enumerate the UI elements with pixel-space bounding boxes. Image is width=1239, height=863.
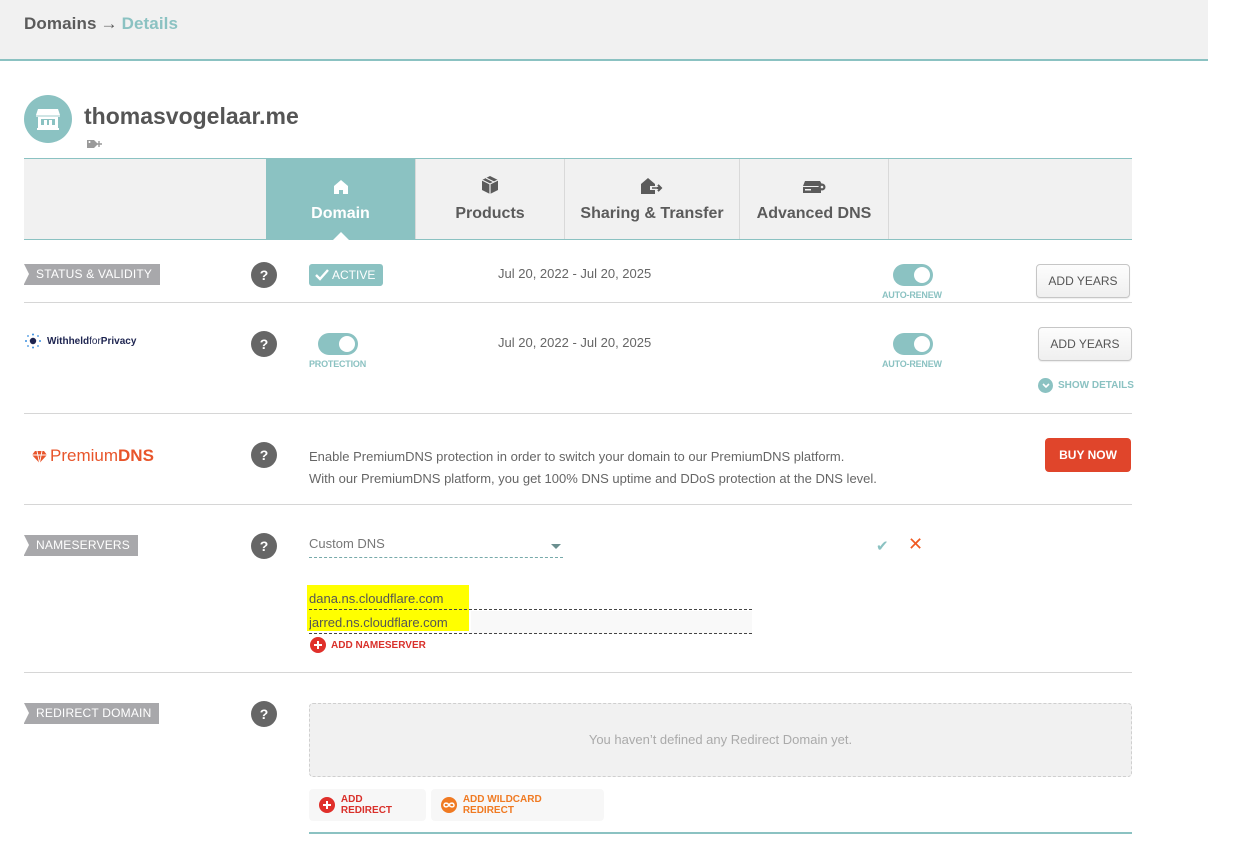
show-details-text: SHOW DETAILS bbox=[1058, 380, 1134, 391]
tab-bar: Domain Products Sharing & Transfer Advan… bbox=[24, 158, 1132, 240]
section-divider bbox=[24, 504, 1132, 505]
nameservers-label: NAMESERVERS bbox=[24, 535, 139, 556]
premiumdns-line-1: Enable PremiumDNS protection in order to… bbox=[309, 449, 845, 464]
infinity-icon bbox=[441, 797, 457, 813]
plus-circle-icon bbox=[319, 797, 335, 813]
premiumdns-line-2: With our PremiumDNS platform, you get 10… bbox=[309, 471, 877, 486]
add-years-button[interactable]: ADD YEARS bbox=[1036, 264, 1130, 298]
buy-now-button[interactable]: BUY NOW bbox=[1045, 438, 1131, 472]
domain-avatar bbox=[24, 95, 72, 143]
box-icon bbox=[480, 175, 500, 195]
tab-label: Products bbox=[455, 205, 525, 222]
home-icon bbox=[333, 175, 349, 195]
breadcrumb-separator: → bbox=[100, 14, 118, 33]
nameserver-input-1[interactable] bbox=[309, 587, 752, 610]
help-icon[interactable]: ? bbox=[251, 262, 277, 288]
add-nameserver-button[interactable]: ADD NAMESERVER bbox=[310, 637, 426, 653]
auto-renew-caption: AUTO-RENEW bbox=[882, 359, 942, 369]
dropdown-caret-icon bbox=[551, 544, 561, 549]
add-tag-icon[interactable] bbox=[86, 138, 104, 150]
premium-logo-bold: DNS bbox=[118, 446, 154, 465]
tab-label: Advanced DNS bbox=[756, 205, 872, 222]
help-icon[interactable]: ? bbox=[251, 331, 277, 357]
tab-products[interactable]: Products bbox=[415, 159, 564, 239]
diamond-icon bbox=[32, 450, 47, 463]
privacy-protection-toggle[interactable] bbox=[318, 333, 358, 355]
add-wildcard-text: ADD WILDCARD REDIRECT bbox=[462, 794, 542, 816]
top-header-bar: Domains → Details bbox=[0, 0, 1208, 61]
add-nameserver-text: ADD NAMESERVER bbox=[331, 639, 426, 651]
status-badge-text: ACTIVE bbox=[332, 268, 376, 282]
tab-bar-end-divider bbox=[888, 159, 889, 239]
storefront-icon bbox=[36, 109, 60, 130]
nameserver-type-select[interactable]: Custom DNS bbox=[309, 536, 563, 558]
premiumdns-logo: PremiumDNS bbox=[32, 446, 154, 466]
breadcrumb-domains-link[interactable]: Domains bbox=[24, 14, 97, 33]
section-divider bbox=[24, 302, 1132, 303]
logo-text-for: for bbox=[89, 335, 101, 347]
section-divider bbox=[24, 672, 1132, 673]
breadcrumb-current: Details bbox=[121, 14, 179, 33]
toggle-knob bbox=[339, 336, 355, 352]
toggle-knob bbox=[914, 336, 930, 352]
help-icon[interactable]: ? bbox=[251, 442, 277, 468]
status-badge: ACTIVE bbox=[309, 264, 384, 286]
logo-text-withheld: Withheld bbox=[47, 335, 90, 347]
tab-advanced-dns[interactable]: Advanced DNS bbox=[739, 159, 888, 239]
plus-circle-icon bbox=[310, 637, 326, 653]
redirect-empty-state: You haven’t defined any Redirect Domain … bbox=[309, 703, 1132, 777]
house-arrow-icon bbox=[640, 175, 664, 195]
toggle-knob bbox=[914, 267, 930, 283]
add-redirect-button[interactable]: ADD REDIRECT bbox=[309, 789, 426, 821]
show-details-link[interactable]: SHOW DETAILS bbox=[1038, 378, 1134, 393]
tab-sharing-transfer[interactable]: Sharing & Transfer bbox=[564, 159, 739, 239]
redirect-domain-label: REDIRECT DOMAIN bbox=[24, 703, 160, 724]
domain-name-title: thomasvogelaar.me bbox=[84, 103, 299, 129]
add-redirect-text: ADD REDIRECT bbox=[340, 794, 393, 816]
status-validity-label: STATUS & VALIDITY bbox=[24, 264, 161, 285]
nameserver-input-2[interactable] bbox=[309, 611, 752, 634]
confirm-check-icon[interactable]: ✔ bbox=[876, 537, 889, 555]
help-icon[interactable]: ? bbox=[251, 701, 277, 727]
cancel-x-icon[interactable]: ✕ bbox=[908, 534, 923, 555]
registration-dates: Jul 20, 2022 - Jul 20, 2025 bbox=[498, 266, 652, 281]
add-wildcard-redirect-button[interactable]: ADD WILDCARD REDIRECT bbox=[431, 789, 604, 821]
section-bottom-rule bbox=[309, 832, 1132, 834]
privacy-auto-renew-toggle[interactable] bbox=[893, 333, 933, 355]
protection-caption: PROTECTION bbox=[309, 359, 367, 369]
tab-label: Domain bbox=[311, 205, 370, 222]
section-divider bbox=[24, 413, 1132, 414]
privacy-dots-icon bbox=[25, 333, 41, 349]
privacy-add-years-button[interactable]: ADD YEARS bbox=[1038, 327, 1132, 361]
premiumdns-description: Enable PremiumDNS protection in order to… bbox=[309, 446, 877, 490]
logo-text-privacy: Privacy bbox=[100, 335, 137, 347]
privacy-dates: Jul 20, 2022 - Jul 20, 2025 bbox=[498, 335, 652, 350]
checkmark-icon bbox=[315, 269, 329, 281]
auto-renew-caption: AUTO-RENEW bbox=[882, 290, 942, 300]
withheldforprivacy-logo: WithheldforPrivacy bbox=[24, 333, 136, 349]
breadcrumb: Domains → Details bbox=[24, 14, 178, 34]
nameserver-type-value: Custom DNS bbox=[309, 536, 385, 551]
chevron-down-icon bbox=[1038, 378, 1053, 393]
tab-domain[interactable]: Domain bbox=[266, 159, 415, 240]
server-gear-icon bbox=[802, 175, 826, 195]
premium-logo-light: Premium bbox=[50, 446, 119, 465]
help-icon[interactable]: ? bbox=[251, 533, 277, 559]
tab-label: Sharing & Transfer bbox=[580, 205, 724, 222]
auto-renew-toggle[interactable] bbox=[893, 264, 933, 286]
